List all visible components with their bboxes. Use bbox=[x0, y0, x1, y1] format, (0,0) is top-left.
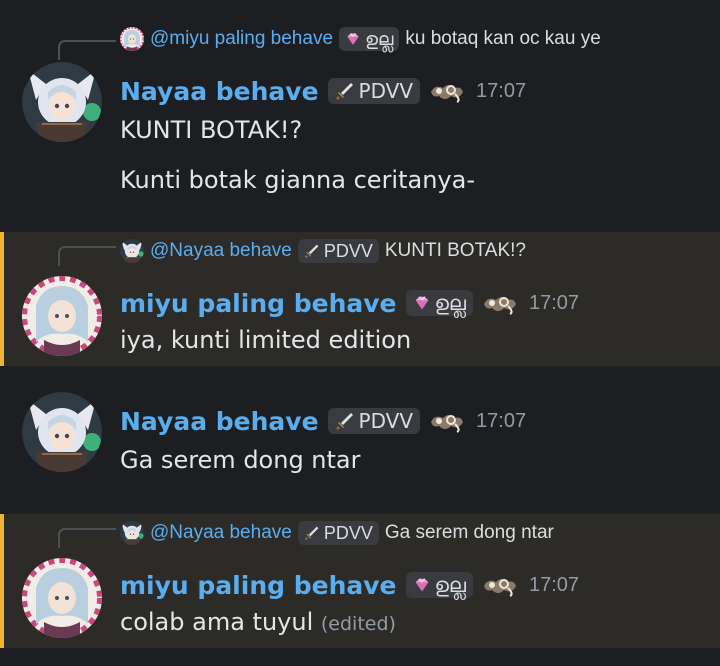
message-2[interactable]: @Nayaa behave PDVV KUNTI BOTAK!? miyu pa… bbox=[0, 232, 720, 366]
gem-icon bbox=[413, 294, 431, 312]
reply-author[interactable]: @Nayaa behave bbox=[150, 522, 292, 544]
guild-tag[interactable]: PDVV bbox=[327, 78, 421, 104]
guild-emblem-icon bbox=[482, 572, 518, 598]
reply-tag-label: PDVV bbox=[323, 241, 373, 261]
sword-icon bbox=[304, 243, 320, 259]
reply-connector bbox=[58, 246, 116, 266]
guild-tag-label: PDVV bbox=[358, 409, 414, 433]
guild-emblem-icon bbox=[429, 78, 465, 104]
guild-tag-label: ഉല്ല bbox=[434, 573, 467, 597]
guild-tag-label: PDVV bbox=[358, 79, 414, 103]
message-line: KUNTI BOTAK!? bbox=[120, 116, 303, 144]
reply-author[interactable]: @miyu paling behave bbox=[150, 28, 333, 50]
reply-tag-label: PDVV bbox=[323, 523, 373, 543]
reply-text[interactable]: ku botaq kan oc kau ye bbox=[405, 28, 600, 50]
reply-connector bbox=[58, 40, 116, 60]
message-line: Ga serem dong ntar bbox=[120, 446, 361, 474]
message-header: Nayaa behave PDVV 17:07 bbox=[120, 404, 526, 438]
sword-icon bbox=[335, 411, 355, 431]
reply-tag[interactable]: PDVV bbox=[297, 239, 379, 263]
author-name[interactable]: miyu paling behave bbox=[120, 571, 397, 600]
gem-icon bbox=[413, 576, 431, 594]
reply-connector bbox=[58, 528, 116, 548]
sword-icon bbox=[335, 81, 355, 101]
reply-tag-label: ഉല്ല bbox=[365, 29, 394, 49]
avatar-miyu[interactable] bbox=[22, 558, 102, 638]
edited-label: (edited) bbox=[320, 613, 396, 635]
message-4[interactable]: @Nayaa behave PDVV Ga serem dong ntar mi… bbox=[0, 514, 720, 648]
timestamp[interactable]: 17:07 bbox=[476, 80, 526, 103]
message-1[interactable]: @miyu paling behave ഉല്ല ku botaq kan oc… bbox=[0, 10, 720, 220]
reply-avatar bbox=[120, 521, 144, 545]
avatar-miyu[interactable] bbox=[22, 276, 102, 356]
reply-text[interactable]: KUNTI BOTAK!? bbox=[385, 240, 526, 262]
timestamp[interactable]: 17:07 bbox=[529, 292, 579, 315]
guild-tag[interactable]: ഉല്ല bbox=[405, 572, 473, 598]
author-name[interactable]: Nayaa behave bbox=[120, 77, 319, 106]
timestamp[interactable]: 17:07 bbox=[476, 410, 526, 433]
reply-author[interactable]: @Nayaa behave bbox=[150, 240, 292, 262]
reply-tag[interactable]: ഉല്ല bbox=[339, 27, 400, 51]
gem-icon bbox=[345, 31, 361, 47]
message-line: colab ama tuyul (edited) bbox=[120, 608, 396, 636]
author-name[interactable]: Nayaa behave bbox=[120, 407, 319, 436]
guild-emblem-icon bbox=[482, 290, 518, 316]
reply-preview[interactable]: @Nayaa behave PDVV KUNTI BOTAK!? bbox=[120, 238, 526, 264]
guild-tag[interactable]: PDVV bbox=[327, 408, 421, 434]
message-text: colab ama tuyul bbox=[120, 608, 314, 636]
message-header: miyu paling behave ഉല്ല 17:07 bbox=[120, 286, 579, 320]
reply-avatar bbox=[120, 27, 144, 51]
message-line: Kunti botak gianna ceritanya- bbox=[120, 166, 475, 194]
message-3[interactable]: Nayaa behave PDVV 17:07 Ga serem dong nt… bbox=[0, 380, 720, 500]
message-line: iya, kunti limited edition bbox=[120, 326, 412, 354]
avatar-nayaa[interactable] bbox=[22, 62, 102, 142]
timestamp[interactable]: 17:07 bbox=[529, 574, 579, 597]
reply-avatar bbox=[120, 239, 144, 263]
guild-tag-label: ഉല്ല bbox=[434, 291, 467, 315]
guild-emblem-icon bbox=[429, 408, 465, 434]
avatar-nayaa[interactable] bbox=[22, 392, 102, 472]
reply-tag[interactable]: PDVV bbox=[297, 521, 379, 545]
message-header: miyu paling behave ഉല്ല 17:07 bbox=[120, 568, 579, 602]
reply-text[interactable]: Ga serem dong ntar bbox=[385, 522, 554, 544]
guild-tag[interactable]: ഉല്ല bbox=[405, 290, 473, 316]
author-name[interactable]: miyu paling behave bbox=[120, 289, 397, 318]
reply-preview[interactable]: @Nayaa behave PDVV Ga serem dong ntar bbox=[120, 520, 554, 546]
reply-preview[interactable]: @miyu paling behave ഉല്ല ku botaq kan oc… bbox=[120, 26, 601, 52]
sword-icon bbox=[304, 525, 320, 541]
message-header: Nayaa behave PDVV 17:07 bbox=[120, 74, 526, 108]
